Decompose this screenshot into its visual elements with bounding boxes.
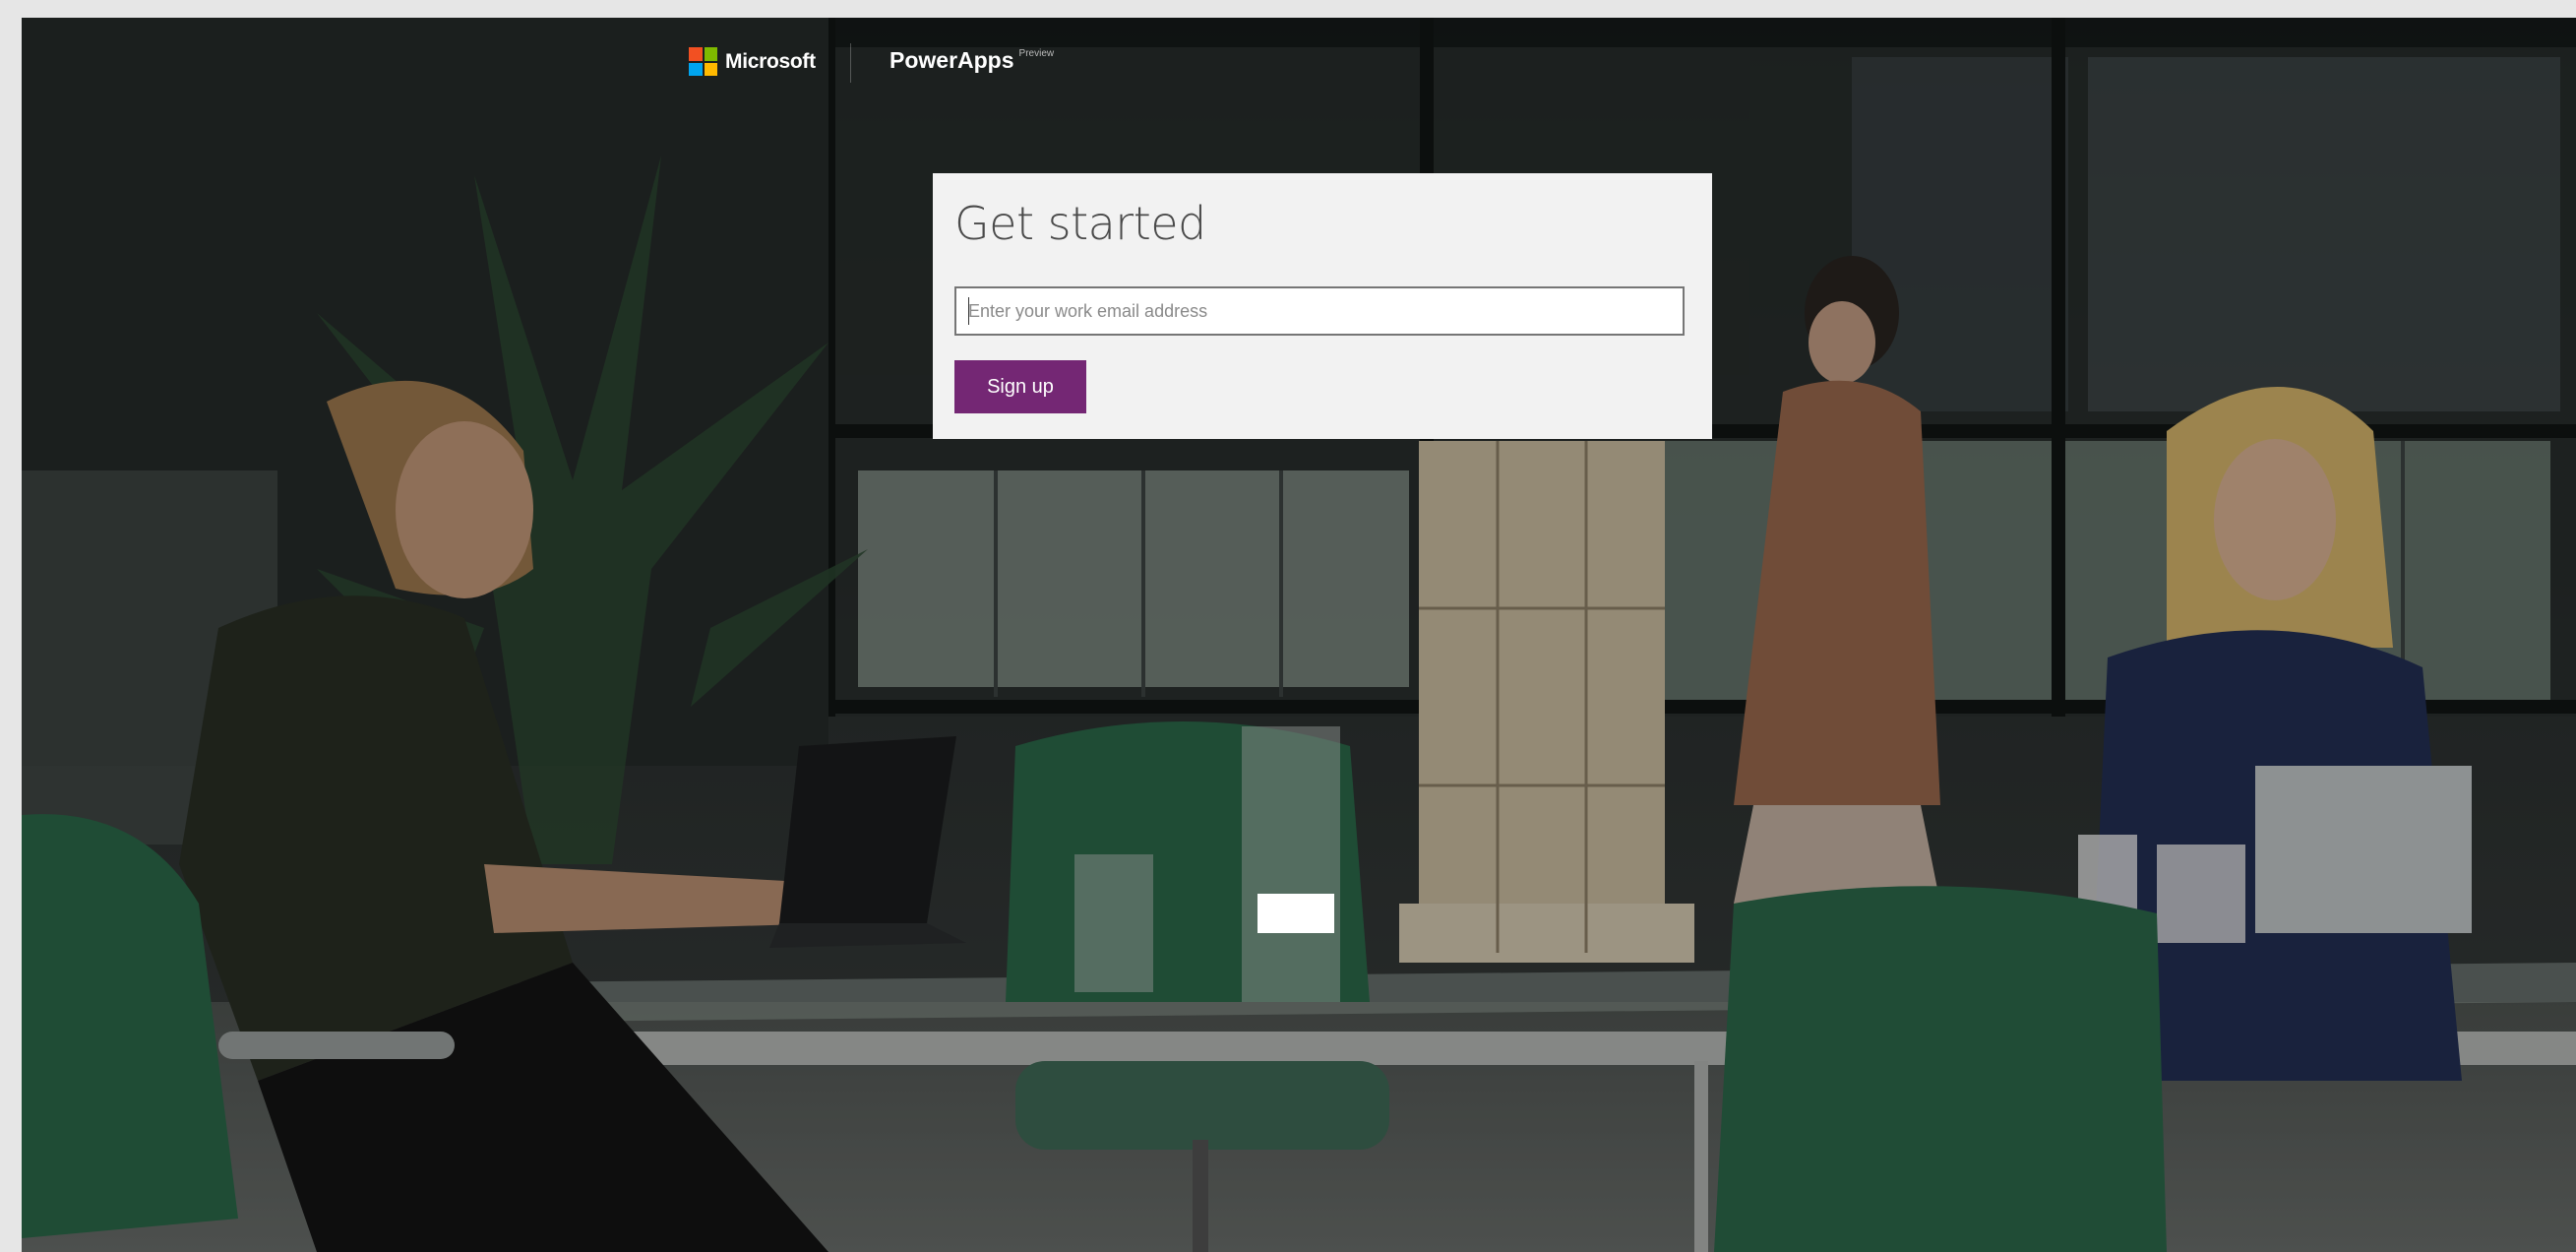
product-name: PowerApps — [889, 47, 1014, 73]
header-divider — [850, 43, 851, 83]
microsoft-squares-icon — [689, 47, 717, 76]
microsoft-brand-label: Microsoft — [725, 49, 816, 73]
card-title: Get started — [954, 197, 1206, 250]
preview-badge: Preview — [1018, 48, 1055, 59]
email-input[interactable] — [954, 286, 1685, 336]
signup-card: Get started Sign up — [933, 173, 1712, 439]
powerapps-product-link[interactable]: PowerApps Preview — [889, 47, 1054, 74]
microsoft-logo[interactable]: Microsoft — [689, 47, 816, 76]
background-hero: Microsoft PowerApps Preview Get started … — [22, 18, 2576, 1252]
top-navigation-bar: Microsoft PowerApps Preview — [22, 18, 2576, 106]
white-block — [1257, 894, 1334, 933]
signup-button[interactable]: Sign up — [954, 360, 1086, 413]
text-caret — [968, 297, 969, 325]
